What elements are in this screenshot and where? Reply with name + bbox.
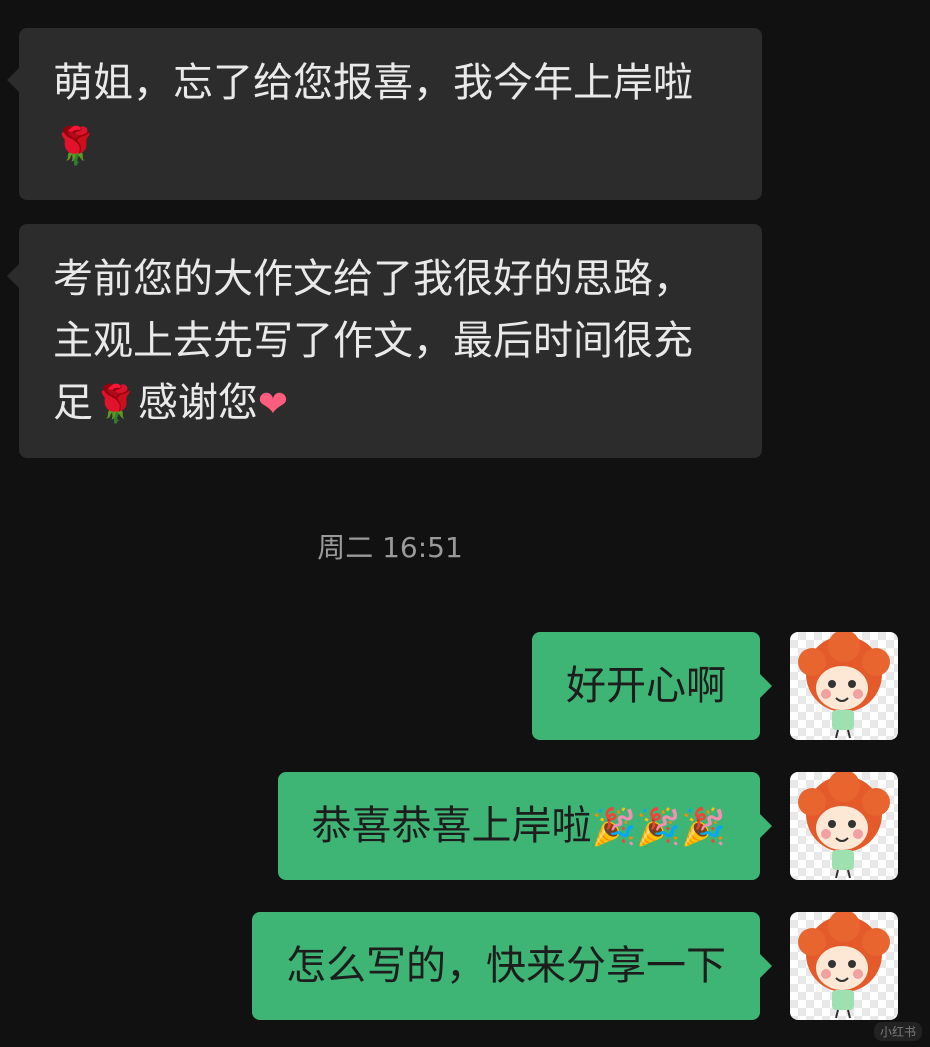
heart-icon: ❤	[257, 384, 288, 425]
timestamp: 周二 16:51	[317, 531, 463, 564]
avatar-cartoon-icon	[798, 772, 890, 879]
message-text: 恭喜恭喜上岸啦	[311, 803, 592, 849]
message-text: 怎么写的，快来分享一下	[286, 943, 726, 989]
message-text: 感谢您	[137, 380, 258, 426]
watermark: 小红书	[873, 1022, 922, 1041]
avatar-cartoon-icon	[798, 912, 890, 1019]
incoming-message: 考前您的大作文给了我很好的思路，主观上去先写了作文，最后时间很充足🌹感谢您❤	[7, 224, 762, 458]
avatar-cartoon-icon	[798, 632, 890, 739]
avatar[interactable]	[790, 632, 898, 740]
party-popper-icon: 🎉🎉🎉	[591, 807, 726, 848]
rose-icon: 🌹	[53, 126, 98, 167]
outgoing-message: 怎么写的，快来分享一下	[252, 912, 772, 1020]
incoming-message: 萌姐，忘了给您报喜，我今年上岸啦 🌹	[7, 28, 762, 200]
message-text: 好开心啊	[566, 663, 726, 709]
outgoing-message: 恭喜恭喜上岸啦🎉🎉🎉	[277, 772, 773, 880]
rose-icon: 🌹	[93, 384, 138, 425]
outgoing-message: 好开心啊	[532, 632, 772, 740]
message-text: 萌姐，忘了给您报喜，我今年上岸啦	[53, 60, 693, 106]
avatar[interactable]	[790, 912, 898, 1020]
avatar[interactable]	[790, 772, 898, 880]
